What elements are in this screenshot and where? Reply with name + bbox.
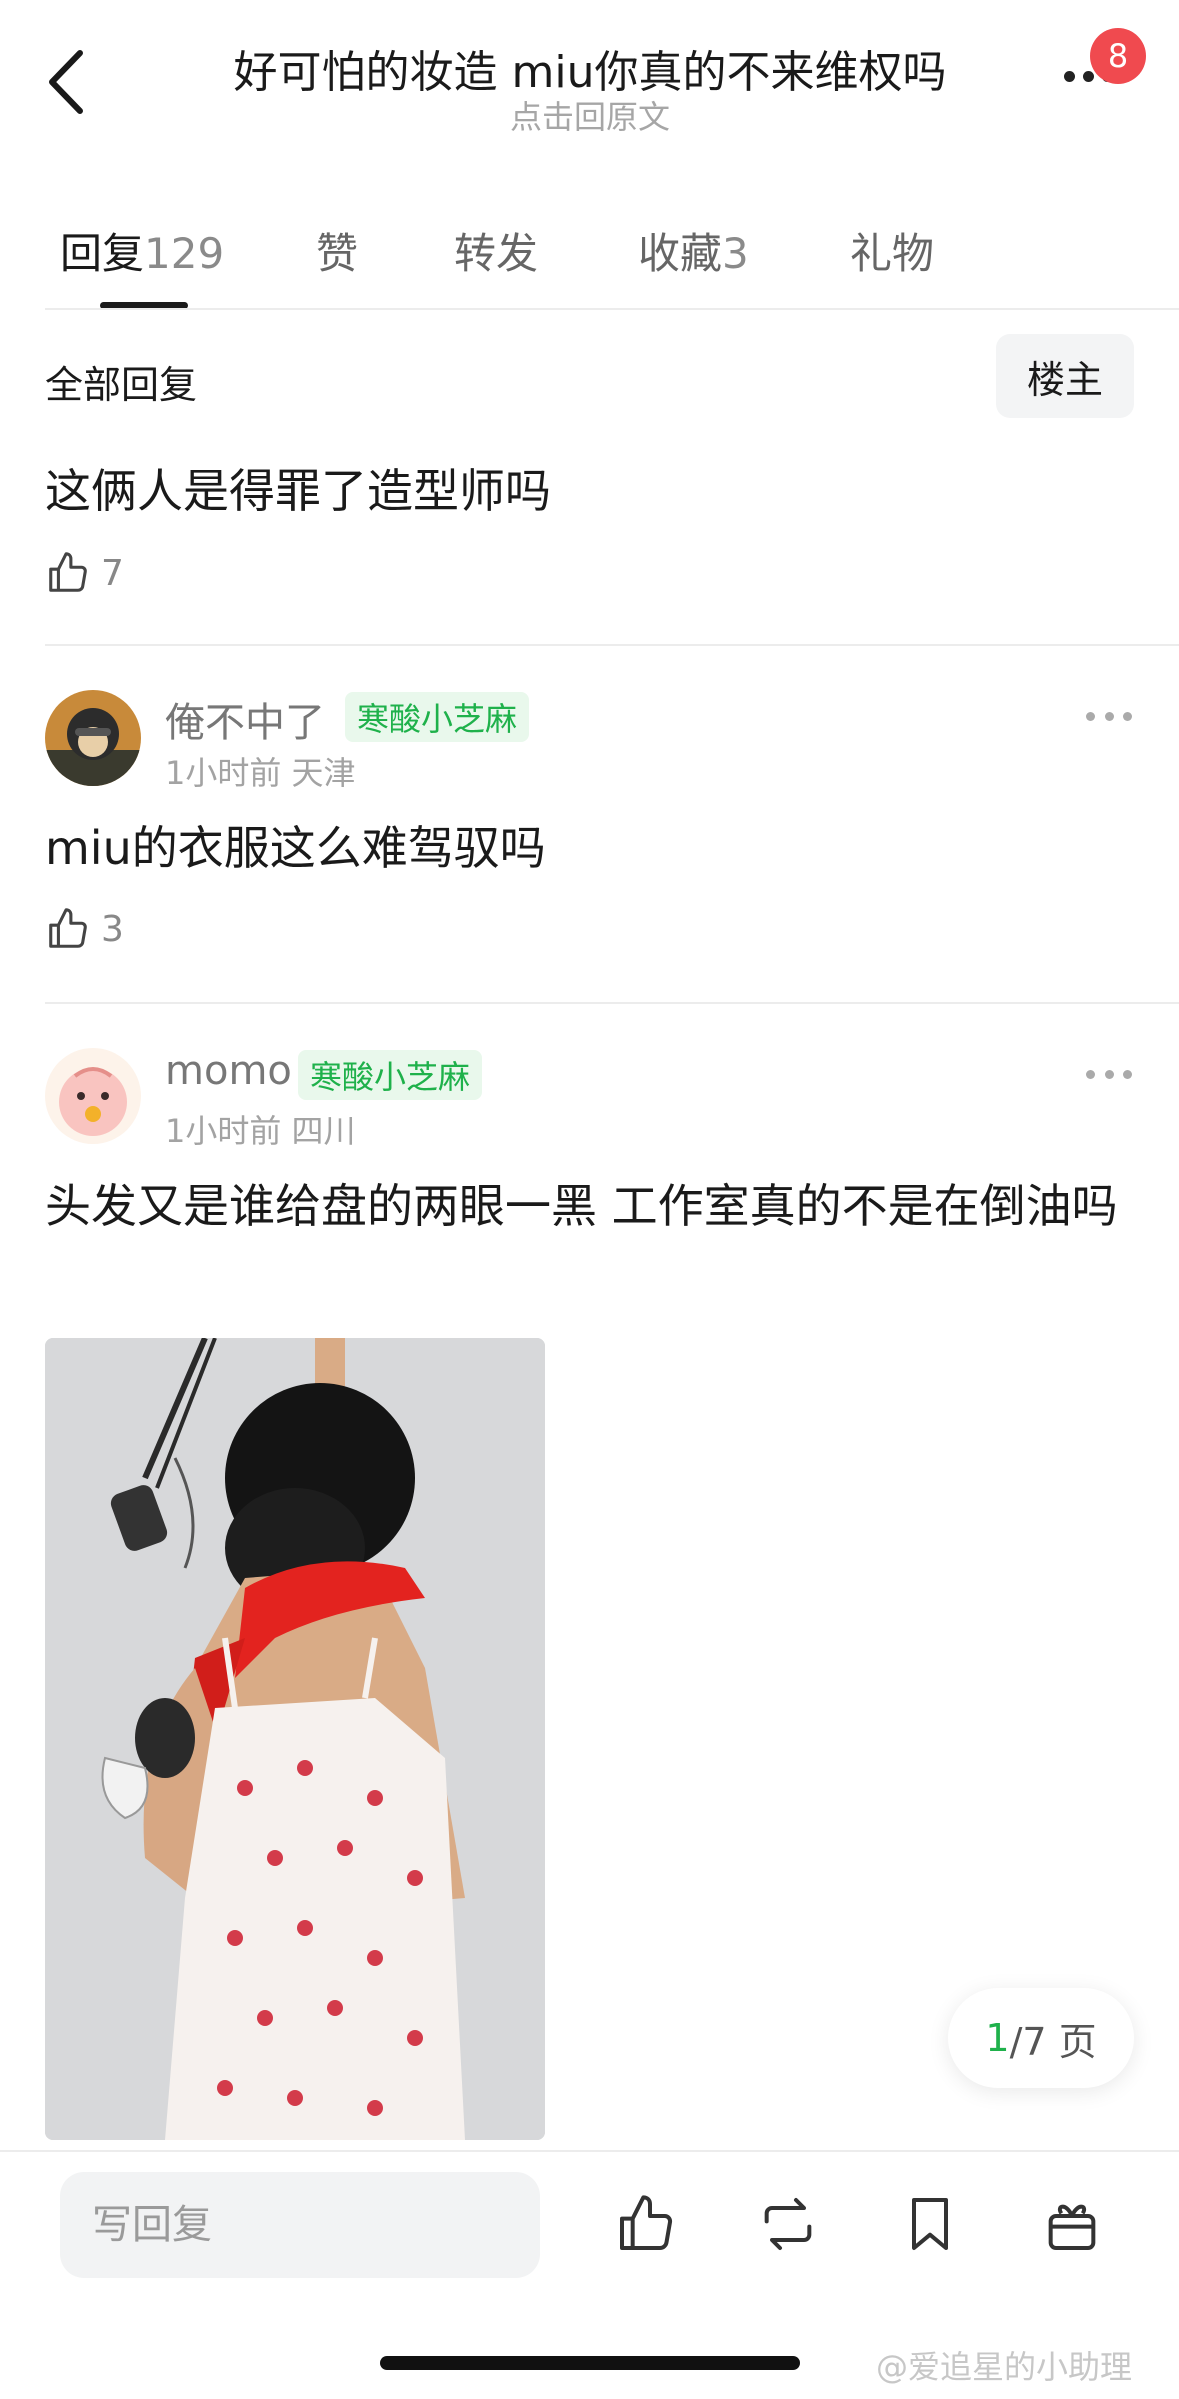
username[interactable]: momo bbox=[165, 1048, 292, 1094]
page-indicator[interactable]: 1/7 页 bbox=[948, 1988, 1134, 2088]
post-tabs: 回复129 赞 转发 收藏3 礼物 bbox=[0, 200, 1179, 310]
tab-likes[interactable]: 赞 bbox=[316, 220, 358, 281]
like-button[interactable]: 7 bbox=[45, 550, 124, 596]
replies-section-header: 全部回复 楼主 bbox=[0, 334, 1179, 420]
tab-label: 收藏 bbox=[638, 229, 723, 278]
gift-icon bbox=[1048, 2204, 1096, 2250]
tab-label: 回复 bbox=[60, 229, 145, 278]
comment-divider bbox=[45, 644, 1179, 646]
more-dot bbox=[1123, 1069, 1132, 1079]
bookmark-icon bbox=[912, 2198, 948, 2250]
tab-count: 129 bbox=[144, 229, 225, 278]
comment-location: 四川 bbox=[291, 1112, 356, 1150]
more-dot bbox=[1123, 711, 1132, 721]
comment-time: 1小时前 bbox=[165, 754, 282, 792]
tab-replies[interactable]: 回复129 bbox=[60, 220, 224, 281]
reply-input[interactable] bbox=[60, 2172, 540, 2278]
tab-label: 赞 bbox=[316, 229, 359, 278]
post-title[interactable]: 好可怕的妆造 miu你真的不来维权吗 bbox=[160, 36, 1020, 100]
more-dots-icon bbox=[1086, 711, 1095, 721]
comment-more-button[interactable] bbox=[1086, 706, 1132, 726]
avatar-image bbox=[45, 1048, 141, 1144]
thumbs-up-icon bbox=[49, 908, 87, 948]
comment-meta: 1小时前 天津 bbox=[165, 748, 356, 794]
user-level-badge: 寒酸小芝麻 bbox=[298, 1050, 483, 1100]
gift-button[interactable] bbox=[1032, 2184, 1112, 2264]
user-level-badge: 寒酸小芝麻 bbox=[345, 692, 530, 742]
bookmark-button[interactable] bbox=[890, 2184, 970, 2264]
more-dot bbox=[1082, 70, 1094, 82]
total-pages: /7 页 bbox=[1009, 2019, 1097, 2064]
comment-text: miu的衣服这么难驾驭吗 bbox=[45, 821, 546, 875]
tab-count: 3 bbox=[722, 229, 749, 278]
more-dot bbox=[1104, 711, 1114, 721]
tab-label: 转发 bbox=[454, 229, 539, 278]
like-icon bbox=[620, 2195, 673, 2251]
comment-location: 天津 bbox=[291, 754, 356, 792]
more-dots-icon bbox=[1086, 1069, 1095, 1079]
tab-reposts[interactable]: 转发 bbox=[454, 220, 538, 281]
like-post-button[interactable] bbox=[606, 2184, 686, 2264]
comment-meta: 1小时前 四川 bbox=[165, 1106, 356, 1152]
comment-more-button[interactable] bbox=[1086, 1064, 1132, 1084]
photo-illustration bbox=[45, 1338, 545, 2140]
repost-button[interactable] bbox=[748, 2184, 828, 2264]
section-title: 全部回复 bbox=[45, 363, 198, 407]
home-indicator bbox=[380, 2356, 800, 2370]
comment-divider bbox=[45, 1002, 1179, 1004]
repost-icon bbox=[764, 2198, 812, 2250]
comment-time: 1小时前 bbox=[165, 1112, 282, 1150]
back-button[interactable] bbox=[40, 46, 92, 118]
tab-label: 礼物 bbox=[850, 229, 935, 278]
notification-badge: 8 bbox=[1090, 28, 1146, 84]
op-only-filter-button[interactable]: 楼主 bbox=[996, 334, 1134, 418]
comment-text: 头发又是谁给盘的两眼一黑 工作室真的不是在倒油吗 bbox=[45, 1179, 1118, 1233]
comment-text: 这俩人是得罪了造型师吗 bbox=[45, 464, 551, 518]
tab-favorites[interactable]: 收藏3 bbox=[638, 220, 749, 281]
view-original-link[interactable]: 点击回原文 bbox=[160, 92, 1020, 138]
avatar-image bbox=[45, 690, 141, 786]
more-dots-icon bbox=[1063, 70, 1075, 82]
top-navigation-bar: 好可怕的妆造 miu你真的不来维权吗 点击回原文 8 bbox=[0, 0, 1179, 160]
more-dot bbox=[1104, 1069, 1114, 1079]
username[interactable]: 俺不中了 bbox=[165, 690, 325, 748]
like-count: 3 bbox=[101, 908, 124, 950]
watermark: @爱追星的小助理 bbox=[876, 2348, 1133, 2386]
like-button[interactable]: 3 bbox=[45, 906, 124, 952]
tabs-divider bbox=[45, 308, 1179, 310]
comment-image[interactable] bbox=[45, 1338, 545, 2140]
thumbs-up-icon bbox=[49, 552, 87, 592]
avatar[interactable] bbox=[45, 1048, 141, 1144]
like-count: 7 bbox=[101, 552, 124, 594]
chevron-left-icon bbox=[49, 50, 83, 114]
current-page: 1 bbox=[985, 2016, 1010, 2060]
tab-gifts[interactable]: 礼物 bbox=[850, 220, 934, 281]
avatar[interactable] bbox=[45, 690, 141, 786]
